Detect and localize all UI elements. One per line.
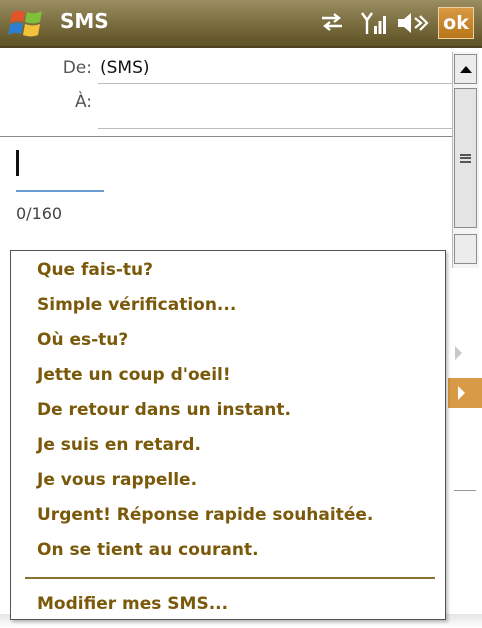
speaker-volume-icon[interactable]: [396, 10, 430, 36]
vertical-scrollbar[interactable]: [452, 52, 479, 268]
quick-text-menu: Que fais-tu? Simple vérification... Où e…: [10, 250, 446, 620]
menu-item[interactable]: Que fais-tu?: [37, 260, 153, 280]
to-field-underline: [98, 128, 452, 129]
from-field[interactable]: (SMS): [100, 58, 150, 78]
menu-item[interactable]: Simple vérification...: [37, 295, 236, 315]
header-divider: [0, 136, 452, 137]
scroll-down-button[interactable]: [454, 234, 477, 264]
message-body-input[interactable]: [16, 146, 446, 190]
from-field-underline: [98, 83, 452, 84]
scroll-thumb[interactable]: [454, 88, 477, 228]
menu-item[interactable]: Jette un coup d'oeil!: [37, 365, 231, 385]
menu-item[interactable]: Où es-tu?: [37, 330, 128, 350]
menu-item[interactable]: Urgent! Réponse rapide souhaitée.: [37, 505, 373, 525]
highlighted-submenu-indicator: [448, 378, 482, 408]
arrow-up-icon: [459, 66, 472, 73]
ok-button[interactable]: ok: [438, 7, 474, 39]
menu-separator: [25, 577, 435, 579]
chevron-right-icon: [455, 346, 462, 360]
menu-item[interactable]: Je suis en retard.: [37, 435, 201, 455]
chevron-right-icon: [458, 386, 465, 400]
edit-templates-menu-item[interactable]: Modifier mes SMS...: [37, 594, 228, 614]
background-divider: [454, 490, 476, 491]
from-label: De:: [62, 58, 92, 78]
menu-item[interactable]: De retour dans un instant.: [37, 400, 291, 420]
menu-item[interactable]: On se tient au courant.: [37, 540, 259, 560]
signal-strength-icon[interactable]: [360, 10, 386, 36]
scroll-up-button[interactable]: [454, 54, 477, 84]
to-field[interactable]: [100, 92, 450, 114]
menu-item[interactable]: Je vous rappelle.: [37, 470, 197, 490]
compose-underline: [16, 190, 104, 192]
app-title: SMS: [60, 9, 109, 33]
sync-arrows-icon[interactable]: [318, 10, 346, 34]
grip-icon: [460, 153, 471, 163]
to-label: À:: [74, 92, 92, 112]
title-bar: SMS ok: [0, 0, 482, 48]
character-counter: 0/160: [16, 204, 63, 223]
windows-start-icon[interactable]: [8, 7, 46, 39]
